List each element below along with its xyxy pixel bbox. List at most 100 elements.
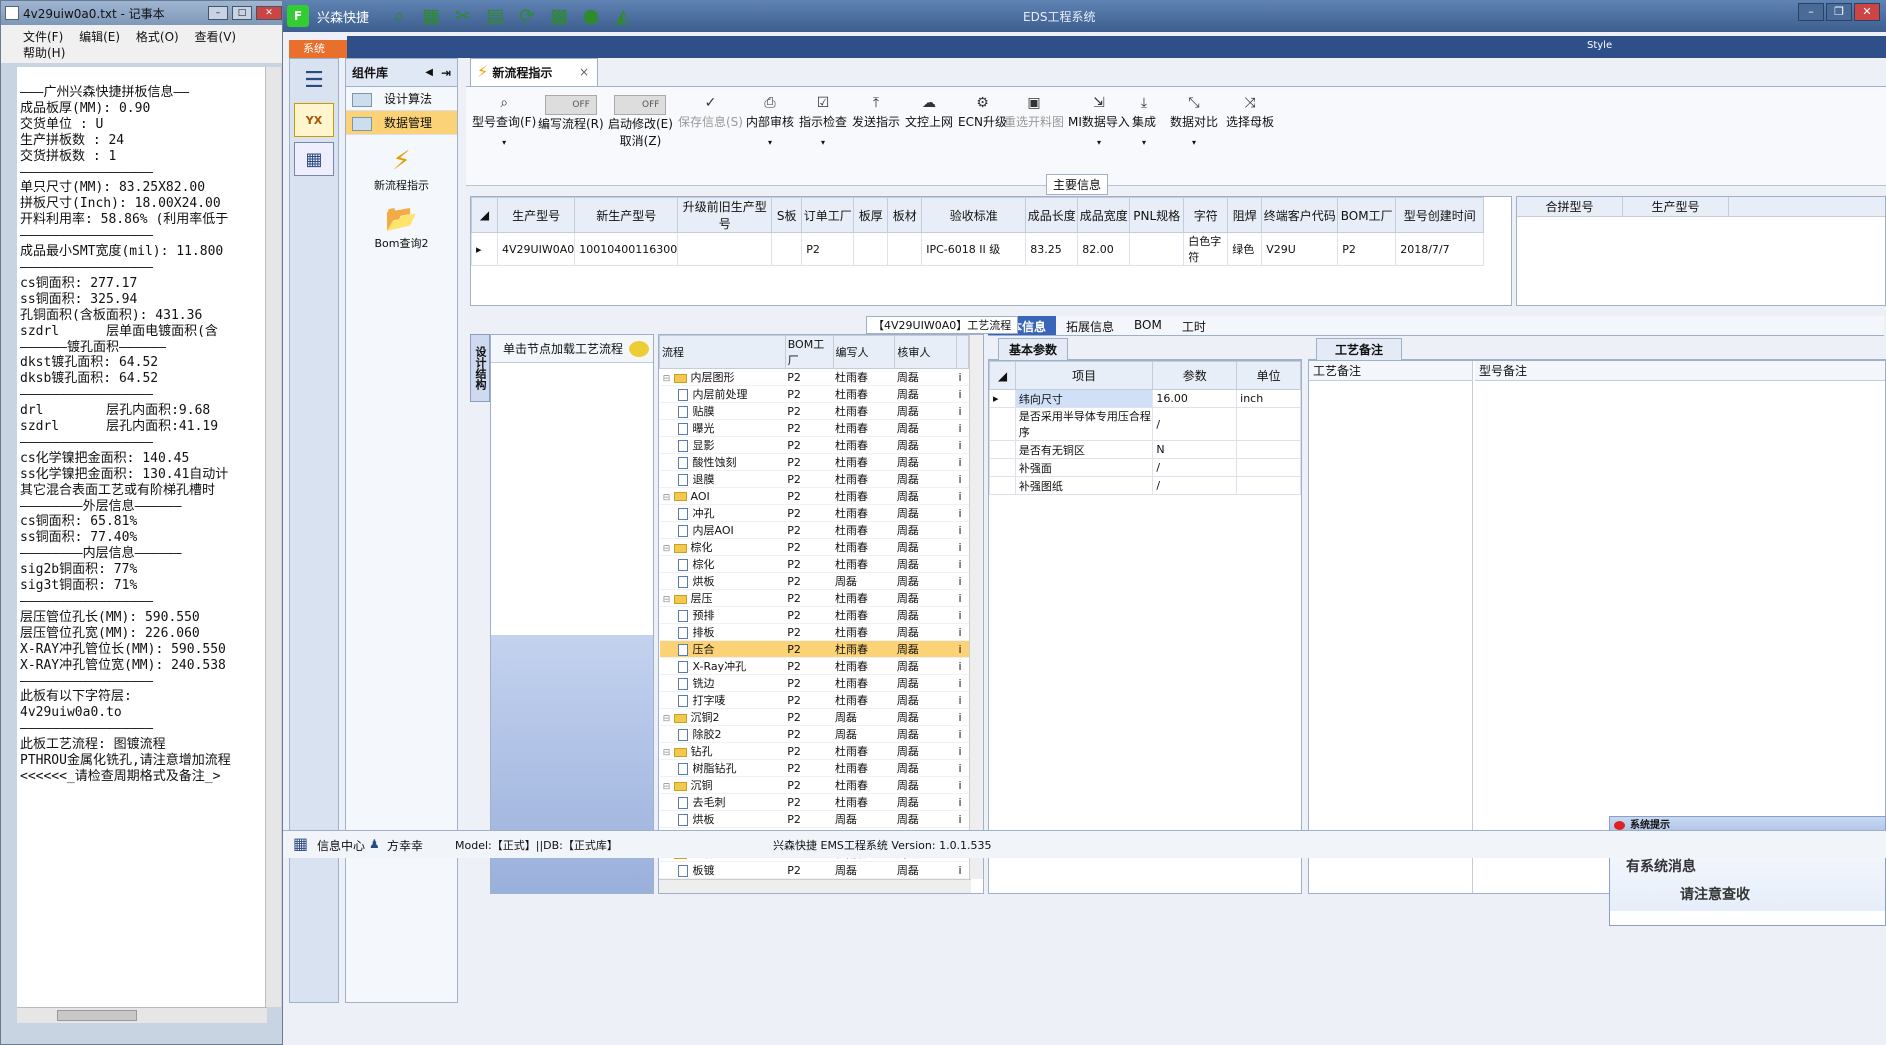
collapse-icon[interactable]: ⊟: [662, 493, 672, 503]
col-header[interactable]: 新生产型号: [574, 197, 679, 233]
table-row[interactable]: ⊟ 棕化 P2 杜雨春 周磊 i: [659, 538, 969, 556]
ecn-upgrade-button[interactable]: ⚙ ECN升级: [958, 95, 1007, 130]
model-query-button[interactable]: ⌕ 型号查询(F) ▾: [472, 95, 536, 147]
info-center-link[interactable]: 信息中心: [317, 837, 365, 854]
cell[interactable]: P2: [1337, 232, 1397, 266]
flow-step-cell[interactable]: 内层AOI: [659, 521, 786, 539]
cell[interactable]: 周磊: [894, 623, 957, 641]
cell[interactable]: 周磊: [894, 402, 957, 420]
flow-step-cell[interactable]: ⊟ 棕化: [659, 538, 786, 556]
table-row[interactable]: 退膜 P2 杜雨春 周磊 i: [659, 470, 969, 488]
notepad-vertical-scrollbar[interactable]: [265, 67, 281, 1007]
cell[interactable]: P2: [785, 521, 834, 539]
flow-step-cell[interactable]: ⊟ 沉铜: [659, 776, 786, 794]
cell[interactable]: 10010400116300: [574, 232, 679, 266]
col-header[interactable]: 成品宽度: [1077, 197, 1131, 233]
refresh-icon[interactable]: ⟳: [515, 5, 539, 27]
cell[interactable]: P2: [785, 470, 834, 488]
cell[interactable]: 16.00: [1152, 389, 1238, 408]
system-tab[interactable]: 系统: [289, 40, 347, 58]
cell[interactable]: 杜雨春: [833, 742, 895, 760]
save-info-button[interactable]: ✓ 保存信息(S): [678, 95, 743, 130]
table-row[interactable]: 除胶2 P2 周磊 周磊 i: [659, 725, 969, 743]
cell[interactable]: 周磊: [894, 521, 957, 539]
col-header[interactable]: BOM工厂: [1337, 197, 1397, 233]
table-row[interactable]: 树脂钻孔 P2 杜雨春 周磊 i: [659, 759, 969, 777]
cell[interactable]: 周磊: [894, 640, 957, 658]
tab-craft-notes[interactable]: 工艺备注: [1316, 338, 1403, 360]
flow-step-cell[interactable]: 树脂钻孔: [659, 759, 786, 777]
chart-icon[interactable]: ◭: [611, 5, 635, 27]
col-header[interactable]: 生产型号: [1623, 197, 1729, 216]
notepad-horizontal-scrollbar[interactable]: [17, 1007, 267, 1023]
table-row[interactable]: 贴膜 P2 杜雨春 周磊 i: [659, 402, 969, 420]
maximize-button[interactable]: □: [232, 6, 252, 20]
cell[interactable]: [1236, 476, 1301, 495]
new-flow-instruction-button[interactable]: ⚡ 新流程指示: [346, 145, 457, 193]
col-header[interactable]: 型号创建时间: [1395, 197, 1485, 233]
table-row[interactable]: 烘板 P2 周磊 周磊 i: [659, 810, 969, 828]
table-row[interactable]: 排板 P2 杜雨春 周磊 i: [659, 623, 969, 641]
table-row[interactable]: ⊟ 内层图形 P2 杜雨春 周磊 i: [659, 368, 969, 386]
collapse-icon[interactable]: ⊟: [662, 544, 672, 554]
cell[interactable]: 周磊: [894, 674, 957, 692]
cell[interactable]: 周磊: [833, 572, 895, 590]
cell[interactable]: 补强面: [1014, 458, 1154, 477]
col-header[interactable]: 合拼型号: [1517, 197, 1623, 216]
cell[interactable]: 周磊: [894, 470, 957, 488]
col-header[interactable]: 项目: [1014, 361, 1154, 390]
cell[interactable]: [1236, 407, 1301, 441]
cell[interactable]: [853, 232, 889, 266]
table-row[interactable]: 冲孔 P2 杜雨春 周磊 i: [659, 504, 969, 522]
table-row[interactable]: ⊟ 沉铜 P2 杜雨春 周磊 i: [659, 776, 969, 794]
collapse-left-icon[interactable]: ◀: [425, 67, 433, 78]
minimize-button[interactable]: –: [1798, 3, 1824, 21]
col-header[interactable]: 核审人: [894, 335, 958, 369]
flow-step-cell[interactable]: 退膜: [659, 470, 786, 488]
col-header[interactable]: 生产型号: [496, 197, 576, 233]
send-instruction-button[interactable]: ⤒ 发送指示: [852, 95, 900, 130]
table-row[interactable]: ▸ 4V29UIW0A0 10010400116300 P2 IPC-6018 …: [471, 232, 1485, 266]
table-row[interactable]: ⊟ 钻孔 P2 杜雨春 周磊 i: [659, 742, 969, 760]
tab-work-hours[interactable]: 工时: [1172, 316, 1216, 335]
cell[interactable]: /: [1152, 407, 1238, 441]
menu-format[interactable]: 格式(O): [136, 30, 179, 44]
cell[interactable]: 杜雨春: [833, 504, 895, 522]
horizontal-scrollbar[interactable]: [659, 879, 971, 893]
cell[interactable]: P2: [785, 453, 834, 471]
col-header[interactable]: 编写人: [832, 335, 896, 369]
menu-file[interactable]: 文件(F): [23, 30, 63, 44]
cell[interactable]: P2: [785, 691, 834, 709]
component-data-management[interactable]: 数据管理: [346, 111, 457, 135]
cell[interactable]: 杜雨春: [833, 487, 895, 505]
cell[interactable]: 2018/7/7: [1395, 232, 1485, 266]
factory-icon[interactable]: YX: [294, 103, 334, 137]
flow-step-cell[interactable]: 显影: [659, 436, 786, 454]
cell[interactable]: 杜雨春: [833, 589, 895, 607]
cell[interactable]: 周磊: [894, 708, 957, 726]
col-header[interactable]: S板: [771, 197, 803, 233]
cell[interactable]: P2: [785, 606, 834, 624]
cell[interactable]: 周磊: [894, 555, 957, 573]
col-header[interactable]: 字符: [1183, 197, 1229, 233]
grid-icon[interactable]: ▩: [547, 5, 571, 27]
tab-bom[interactable]: BOM: [1124, 316, 1172, 335]
flow-step-cell[interactable]: ⊟ 内层图形: [659, 368, 786, 386]
collapse-icon[interactable]: ⊟: [662, 714, 672, 724]
menu-edit[interactable]: 编辑(E): [79, 30, 120, 44]
col-header[interactable]: 订单工厂: [801, 197, 855, 233]
cell[interactable]: P2: [785, 793, 834, 811]
table-row[interactable]: 酸性蚀刻 P2 杜雨春 周磊 i: [659, 453, 969, 471]
cell[interactable]: 是否有无铜区: [1014, 440, 1154, 459]
cell[interactable]: 杜雨春: [833, 606, 895, 624]
calculator-icon[interactable]: ▦: [294, 142, 334, 176]
flow-step-cell[interactable]: 板镀: [659, 861, 786, 879]
table-row[interactable]: 是否有无铜区 N: [989, 440, 1301, 459]
cell[interactable]: inch: [1236, 389, 1301, 408]
cell[interactable]: 周磊: [894, 657, 957, 675]
cell[interactable]: P2: [785, 538, 834, 556]
cell[interactable]: 83.25: [1025, 232, 1079, 266]
cell[interactable]: P2: [785, 623, 834, 641]
internal-review-button[interactable]: ⎙ 内部审核 ▾: [746, 95, 794, 147]
cell[interactable]: /: [1152, 458, 1238, 477]
